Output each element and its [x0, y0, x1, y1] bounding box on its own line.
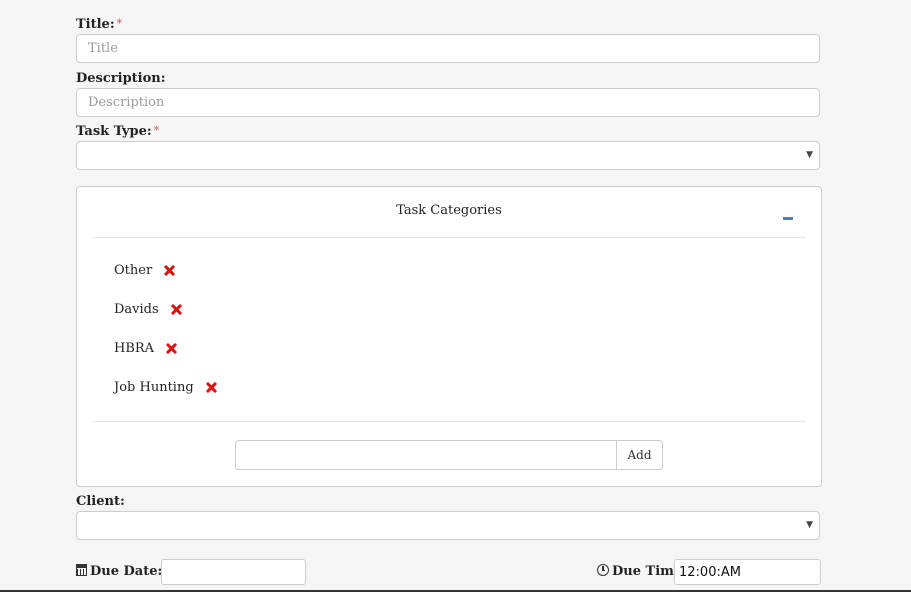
due-time-input[interactable]	[674, 559, 821, 585]
new-category-input[interactable]	[235, 440, 617, 470]
category-label: Davids	[114, 302, 159, 317]
category-label: Other	[114, 263, 153, 278]
task-categories-panel: Task Categories Other Davids HBRA Job Hu…	[76, 186, 822, 487]
category-item: Davids	[114, 302, 182, 317]
dropdown-arrow-icon: ▼	[806, 520, 813, 530]
remove-x-icon[interactable]	[166, 343, 177, 354]
panel-title: Task Categories	[396, 203, 502, 218]
remove-x-icon[interactable]	[164, 265, 175, 276]
category-label: HBRA	[114, 341, 155, 356]
title-label: Title: *	[76, 17, 123, 32]
client-select[interactable]: ▼	[76, 511, 820, 540]
minus-icon[interactable]	[783, 217, 793, 220]
description-label: Description:	[76, 71, 166, 86]
due-date-label: Due Date:*	[76, 564, 170, 579]
title-input[interactable]	[76, 34, 820, 63]
category-label: Job Hunting	[114, 380, 194, 395]
due-date-input[interactable]	[161, 559, 306, 585]
required-marker: *	[116, 17, 123, 30]
category-item: HBRA	[114, 341, 177, 356]
category-item: Job Hunting	[114, 380, 217, 395]
category-item: Other	[114, 263, 175, 278]
required-marker: *	[153, 124, 160, 137]
client-label: Client:	[76, 494, 125, 509]
description-input[interactable]	[76, 88, 820, 117]
add-category-button[interactable]: Add	[616, 440, 663, 470]
divider	[92, 421, 806, 422]
calendar-icon	[76, 564, 87, 576]
dropdown-arrow-icon: ▼	[806, 150, 813, 160]
clock-icon	[597, 564, 609, 576]
task-type-label: Task Type: *	[76, 124, 160, 139]
divider	[92, 237, 806, 238]
task-type-select[interactable]: ▼	[76, 141, 820, 170]
remove-x-icon[interactable]	[171, 304, 182, 315]
remove-x-icon[interactable]	[206, 382, 217, 393]
